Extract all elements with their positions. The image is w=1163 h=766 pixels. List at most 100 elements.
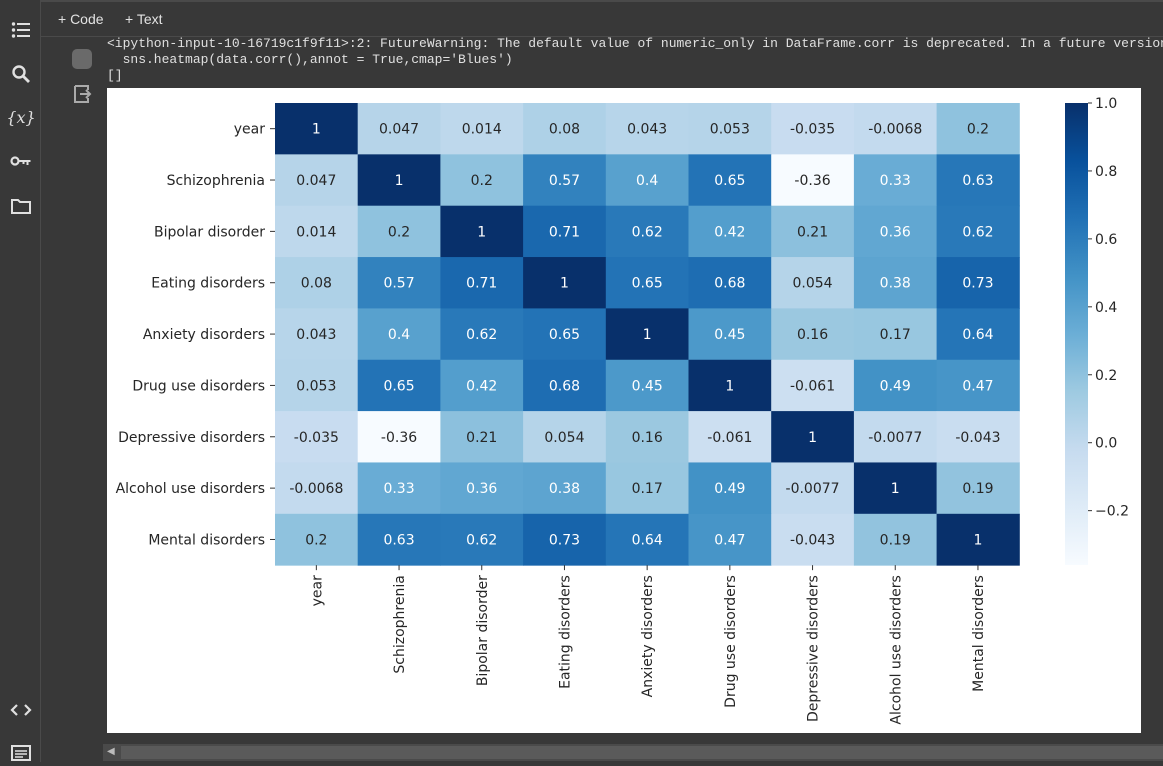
cell-annotation: 0.68 bbox=[549, 378, 580, 394]
variables-icon[interactable]: {x} bbox=[6, 104, 35, 130]
cell-annotation: 0.014 bbox=[296, 224, 336, 240]
y-tick-label: Mental disorders bbox=[148, 532, 265, 548]
cell-annotation: -0.36 bbox=[794, 173, 830, 189]
cell-annotation: 1 bbox=[312, 122, 321, 138]
cell-annotation: 0.17 bbox=[632, 481, 663, 497]
cell-annotation: 0.45 bbox=[714, 327, 745, 343]
cell-annotation: 0.17 bbox=[880, 327, 911, 343]
x-tick-label: Anxiety disorders bbox=[640, 575, 656, 697]
colorbar-tick-label: 0.0 bbox=[1095, 436, 1117, 452]
cell-annotation: 0.62 bbox=[962, 224, 993, 240]
cell-annotation: 0.65 bbox=[632, 276, 663, 292]
cell-annotation: 0.16 bbox=[797, 327, 828, 343]
x-tick-label: Eating disorders bbox=[557, 575, 573, 689]
cell-annotation: -0.043 bbox=[790, 532, 835, 548]
cell-annotation: 0.21 bbox=[466, 430, 497, 446]
y-tick-label: year bbox=[234, 122, 265, 138]
sidebar: {x} bbox=[0, 0, 41, 762]
cell-annotation: -0.035 bbox=[294, 430, 339, 446]
return-value: [] bbox=[107, 68, 123, 83]
cell-annotation: 1 bbox=[725, 378, 734, 394]
cell-annotation: -0.0068 bbox=[868, 122, 922, 138]
secrets-key-icon[interactable] bbox=[8, 148, 34, 174]
terminal-icon[interactable] bbox=[8, 740, 34, 766]
cell-annotation: 0.64 bbox=[962, 327, 993, 343]
cell-annotation: 0.45 bbox=[632, 378, 663, 394]
y-tick-label: Schizophrenia bbox=[167, 173, 265, 189]
y-tick-label: Anxiety disorders bbox=[143, 327, 265, 343]
x-tick-label: Bipolar disorder bbox=[475, 575, 491, 686]
cell-annotation: 0.047 bbox=[379, 122, 419, 138]
cell-annotation: -0.035 bbox=[790, 122, 835, 138]
add-text-button[interactable]: + Text bbox=[125, 11, 163, 27]
colorbar-tick-label: 0.6 bbox=[1095, 232, 1117, 248]
cell-annotation: -0.061 bbox=[790, 378, 835, 394]
cell-annotation: 1 bbox=[643, 327, 652, 343]
output-action-icon[interactable] bbox=[72, 84, 92, 109]
cell-annotation: 0.63 bbox=[383, 532, 414, 548]
cell-annotation: 0.36 bbox=[466, 481, 497, 497]
colorbar-tick-label: 1.0 bbox=[1095, 96, 1117, 112]
cell-annotation: 0.2 bbox=[305, 532, 327, 548]
cell-annotation: 0.47 bbox=[962, 378, 993, 394]
cell-annotation: 0.64 bbox=[632, 532, 663, 548]
cell-annotation: 0.62 bbox=[466, 327, 497, 343]
cell-annotation: 0.054 bbox=[544, 430, 584, 446]
heatmap-chart: 1 0.047 0.014 0.08 0.043 0.053 -0.035 -0.0068 0.… bbox=[116, 96, 1129, 725]
scrollbar-thumb[interactable] bbox=[121, 746, 1163, 759]
cell-annotation: -0.0068 bbox=[289, 481, 343, 497]
cell-annotation: 0.21 bbox=[797, 224, 828, 240]
cell-annotation: 1 bbox=[395, 173, 404, 189]
colorbar-tick-label: −0.2 bbox=[1095, 504, 1129, 520]
cell-annotation: 0.63 bbox=[962, 173, 993, 189]
scroll-left-icon[interactable]: ◀ bbox=[107, 746, 115, 757]
cell-annotation: 0.33 bbox=[383, 481, 414, 497]
cell-annotation: 0.08 bbox=[301, 276, 332, 292]
cell-annotation: 0.2 bbox=[471, 173, 493, 189]
y-tick-label: Alcohol use disorders bbox=[116, 481, 265, 497]
x-tick-label: Depressive disorders bbox=[806, 575, 822, 722]
cell-annotation: 0.42 bbox=[466, 378, 497, 394]
cell-annotation: 1 bbox=[891, 481, 900, 497]
cell-annotation: 0.73 bbox=[549, 532, 580, 548]
colorbar-tick-label: 0.2 bbox=[1095, 368, 1117, 384]
cell-annotation: -0.0077 bbox=[786, 481, 840, 497]
code-line: sns.heatmap(data.corr(),annot = True,cma… bbox=[107, 52, 513, 67]
code-snippets-icon[interactable] bbox=[8, 697, 34, 723]
cell-annotation: 1 bbox=[808, 430, 817, 446]
cell-annotation: 1 bbox=[477, 224, 486, 240]
cell-annotation: 0.68 bbox=[714, 276, 745, 292]
cell-annotation: 0.47 bbox=[714, 532, 745, 548]
cell-annotation: 0.2 bbox=[388, 224, 410, 240]
y-tick-label: Eating disorders bbox=[151, 276, 265, 292]
cell-annotation: -0.0077 bbox=[868, 430, 922, 446]
y-tick-label: Bipolar disorder bbox=[154, 224, 265, 240]
heatmap-figure: 1 0.047 0.014 0.08 0.043 0.053 -0.035 -0.0068 0.… bbox=[107, 88, 1141, 733]
cell-annotation: 0.043 bbox=[296, 327, 336, 343]
cell-annotation: 0.57 bbox=[383, 276, 414, 292]
cell-annotation: 0.19 bbox=[880, 532, 911, 548]
files-folder-icon[interactable] bbox=[8, 193, 34, 219]
colorbar bbox=[1065, 103, 1088, 565]
cell-annotation: 0.42 bbox=[714, 224, 745, 240]
warning-line: <ipython-input-10-16719c1f9f11>:2: Futur… bbox=[107, 36, 1163, 51]
search-icon[interactable] bbox=[8, 61, 34, 87]
cell-annotation: -0.36 bbox=[381, 430, 417, 446]
x-tick-label: Alcohol use disorders bbox=[888, 575, 904, 724]
cell-annotation: 0.65 bbox=[714, 173, 745, 189]
toolbar: + Code + Text bbox=[41, 0, 1163, 37]
cell-annotation: 0.4 bbox=[636, 173, 658, 189]
y-tick-label: Depressive disorders bbox=[118, 430, 265, 446]
horizontal-scrollbar[interactable]: ◀ bbox=[103, 744, 1163, 761]
cell-annotation: 0.053 bbox=[296, 378, 336, 394]
cell-run-icon[interactable] bbox=[72, 49, 92, 69]
table-of-contents-icon[interactable] bbox=[8, 17, 34, 43]
cell-annotation: 0.4 bbox=[388, 327, 410, 343]
cell-annotation: 1 bbox=[560, 276, 569, 292]
cell-annotation: 0.38 bbox=[880, 276, 911, 292]
cell-annotation: 0.38 bbox=[549, 481, 580, 497]
cell-annotation: 0.043 bbox=[627, 122, 667, 138]
add-code-button[interactable]: + Code bbox=[58, 11, 104, 27]
cell-annotation: 0.65 bbox=[549, 327, 580, 343]
cell-annotation: 0.33 bbox=[880, 173, 911, 189]
